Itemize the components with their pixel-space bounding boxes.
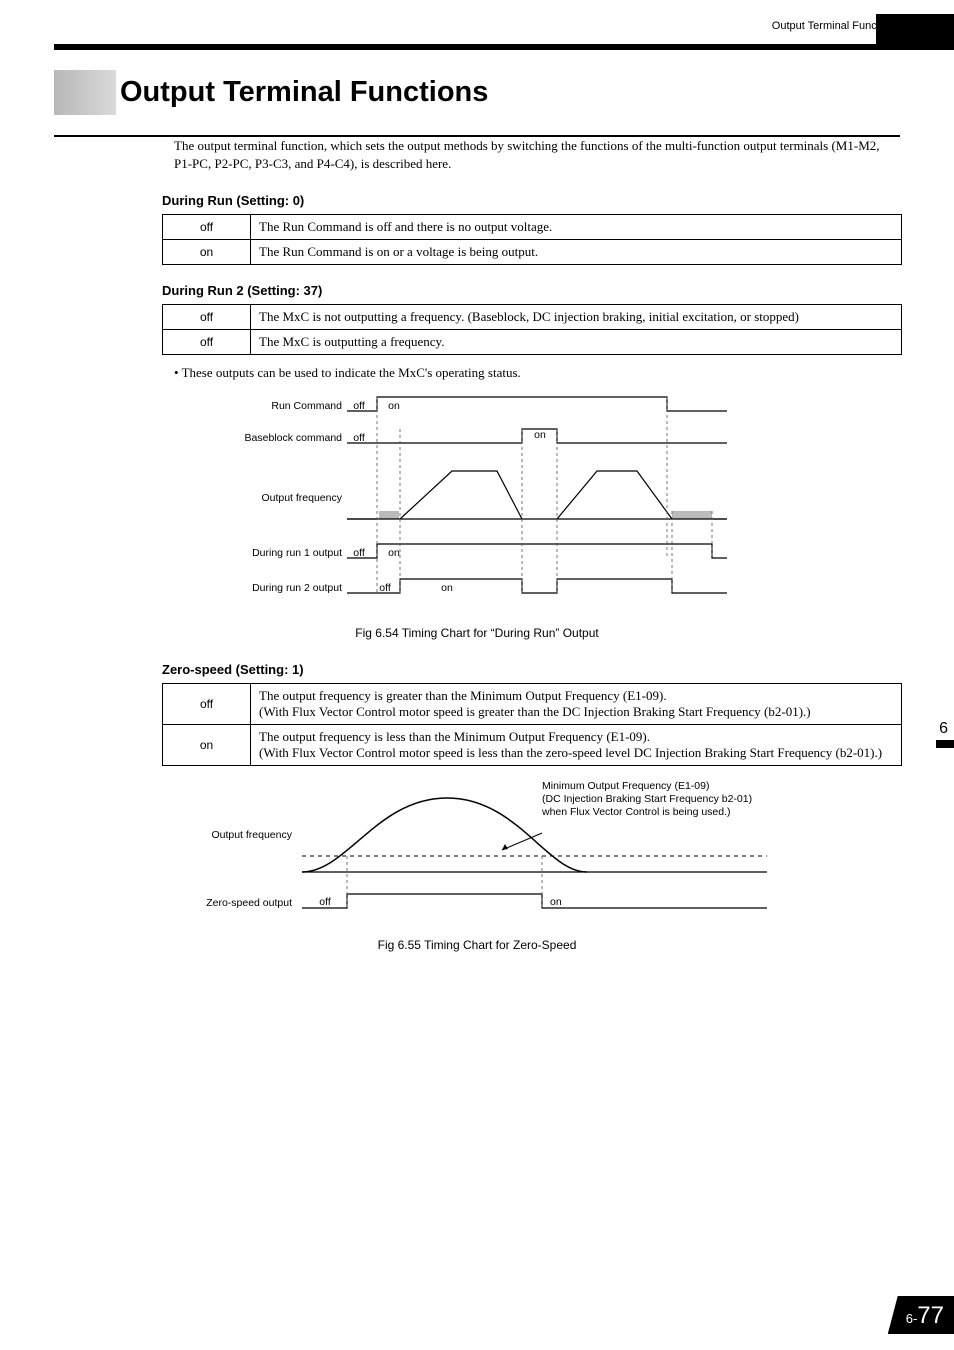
desc-cell: The Run Command is off and there is no o… (251, 215, 902, 240)
footer-page-number: 77 (917, 1302, 944, 1329)
threshold-note: Minimum Output Frequency (E1-09) (DC Inj… (542, 780, 767, 819)
dc-braking-bar (379, 511, 399, 519)
label-output-freq: Output frequency (211, 829, 292, 841)
table-during-run-2: off The MxC is not outputting a frequenc… (162, 304, 902, 355)
waveform-freq-2 (557, 471, 672, 519)
top-rule (54, 44, 954, 50)
side-tab: 6 (936, 720, 954, 750)
state-cell: off (163, 215, 251, 240)
waveform-run1 (347, 544, 727, 558)
label-off: off (319, 896, 331, 908)
heading-during-run-2: During Run 2 (Setting: 37) (162, 283, 900, 298)
waveform-run2 (347, 579, 727, 593)
timing-chart-654: Run Command off on Baseblock command off… (167, 391, 787, 616)
side-tab-bar (936, 740, 954, 748)
label-on: on (534, 429, 546, 441)
label-run1-output: During run 1 output (252, 547, 342, 559)
bullet-note: These outputs can be used to indicate th… (174, 365, 900, 381)
table-row: off The MxC is not outputting a frequenc… (163, 305, 902, 330)
waveform-zero (302, 894, 767, 908)
label-off: off (353, 547, 365, 559)
label-off: off (353, 432, 365, 444)
table-during-run: off The Run Command is off and there is … (162, 214, 902, 265)
table-row: on The output frequency is less than the… (163, 725, 902, 766)
footer-page-tab: 6-77 (888, 1296, 954, 1334)
state-cell: on (163, 725, 251, 766)
label-run2-output: During run 2 output (252, 582, 342, 594)
desc-cell: The output frequency is greater than the… (251, 684, 902, 725)
title-tab (54, 70, 116, 115)
note-arrowhead (502, 844, 508, 850)
caption-fig-654: Fig 6.54 Timing Chart for “During Run” O… (54, 626, 900, 640)
dc-braking-bar (672, 511, 712, 519)
table-zero-speed: off The output frequency is greater than… (162, 683, 902, 766)
label-on: on (550, 896, 562, 908)
waveform-run-command (347, 397, 727, 411)
label-output-freq: Output frequency (261, 492, 342, 504)
label-run-command: Run Command (271, 400, 342, 412)
desc-cell: The MxC is not outputting a frequency. (… (251, 305, 902, 330)
caption-fig-655: Fig 6.55 Timing Chart for Zero-Speed (54, 938, 900, 952)
footer-prefix: 6- (906, 1311, 918, 1326)
state-cell: off (163, 684, 251, 725)
title-block: Output Terminal Functions (54, 70, 900, 115)
heading-zero-speed: Zero-speed (Setting: 1) (162, 662, 900, 677)
desc-cell: The output frequency is less than the Mi… (251, 725, 902, 766)
intro-paragraph: The output terminal function, which sets… (174, 137, 900, 173)
page-title: Output Terminal Functions (120, 70, 488, 115)
content-area: Output Terminal Functions The output ter… (54, 70, 900, 974)
label-on: on (388, 547, 400, 559)
label-baseblock: Baseblock command (245, 432, 343, 444)
label-on: on (388, 400, 400, 412)
heading-during-run: During Run (Setting: 0) (162, 193, 900, 208)
side-tab-number: 6 (936, 720, 954, 738)
label-off: off (379, 582, 391, 594)
state-cell: off (163, 305, 251, 330)
label-zero-output: Zero-speed output (206, 897, 292, 909)
table-row: off The Run Command is off and there is … (163, 215, 902, 240)
state-cell: off (163, 330, 251, 355)
desc-cell: The Run Command is on or a voltage is be… (251, 240, 902, 265)
table-row: off The MxC is outputting a frequency. (163, 330, 902, 355)
state-cell: on (163, 240, 251, 265)
guide-lines (377, 397, 712, 593)
table-row: off The output frequency is greater than… (163, 684, 902, 725)
zero-speed-chart-655: Output frequency Minimum Output Frequenc… (147, 778, 807, 928)
label-off: off (353, 400, 365, 412)
desc-cell: The MxC is outputting a frequency. (251, 330, 902, 355)
table-row: on The Run Command is on or a voltage is… (163, 240, 902, 265)
waveform-freq-1 (347, 471, 522, 519)
label-on: on (441, 582, 453, 594)
